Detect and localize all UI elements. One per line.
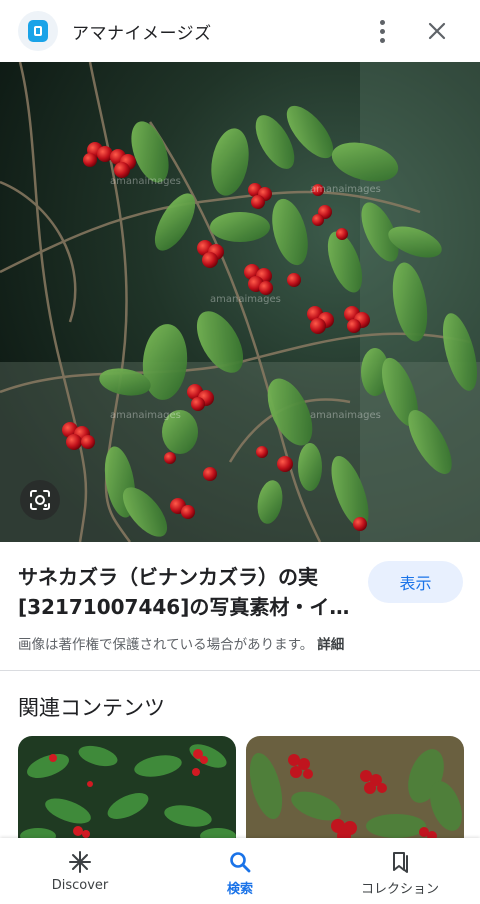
more-vert-icon[interactable] [368,16,396,46]
image-title-line-2: [32171007446]の写真素材・イ… [18,595,350,619]
site-name[interactable]: アマナイメージズ [72,19,212,44]
nav-discover-label: Discover [51,878,109,893]
asterisk-icon [68,848,92,876]
view-button[interactable]: 表示 [368,561,463,603]
image-title-line-1: サネカズラ（ビナンカズラ）の実 [18,565,318,589]
nav-collections[interactable]: コレクション [320,838,480,904]
watermark-text: amanaimages [310,184,381,195]
nav-search[interactable]: 検索 [160,838,320,904]
main-photo[interactable]: amanaimages amanaimages amanaimages aman… [0,62,480,542]
nav-search-label: 検索 [226,882,253,897]
related-thumbnail[interactable] [246,736,464,846]
image-title[interactable]: サネカズラ（ビナンカズラ）の実 [32171007446]の写真素材・イ… [18,562,356,622]
watermark-text: amanaimages [110,176,181,187]
close-icon[interactable] [422,16,452,46]
header-bar: アマナイメージズ [0,0,480,62]
watermark-text: amanaimages [310,410,381,421]
related-content-heading: 関連コンテンツ [18,696,165,720]
watermark-text: amanaimages [110,410,181,421]
watermark-text: amanaimages [210,294,281,305]
copyright-notice: 画像は著作権で保護されている場合があります。 詳細 [18,633,344,653]
nav-collections-label: コレクション [360,882,439,897]
copyright-text: 画像は著作権で保護されている場合があります。 [18,637,314,653]
bookmark-collection-icon [388,848,412,876]
search-icon [228,848,252,876]
related-thumbnail[interactable] [18,736,236,846]
nav-discover[interactable]: Discover [0,838,160,904]
amana-images-logo-icon[interactable] [18,11,58,51]
divider [0,670,480,671]
google-lens-icon[interactable] [20,480,60,520]
details-link[interactable]: 詳細 [317,637,344,653]
bottom-navigation: Discover 検索 コレクション [0,838,480,904]
